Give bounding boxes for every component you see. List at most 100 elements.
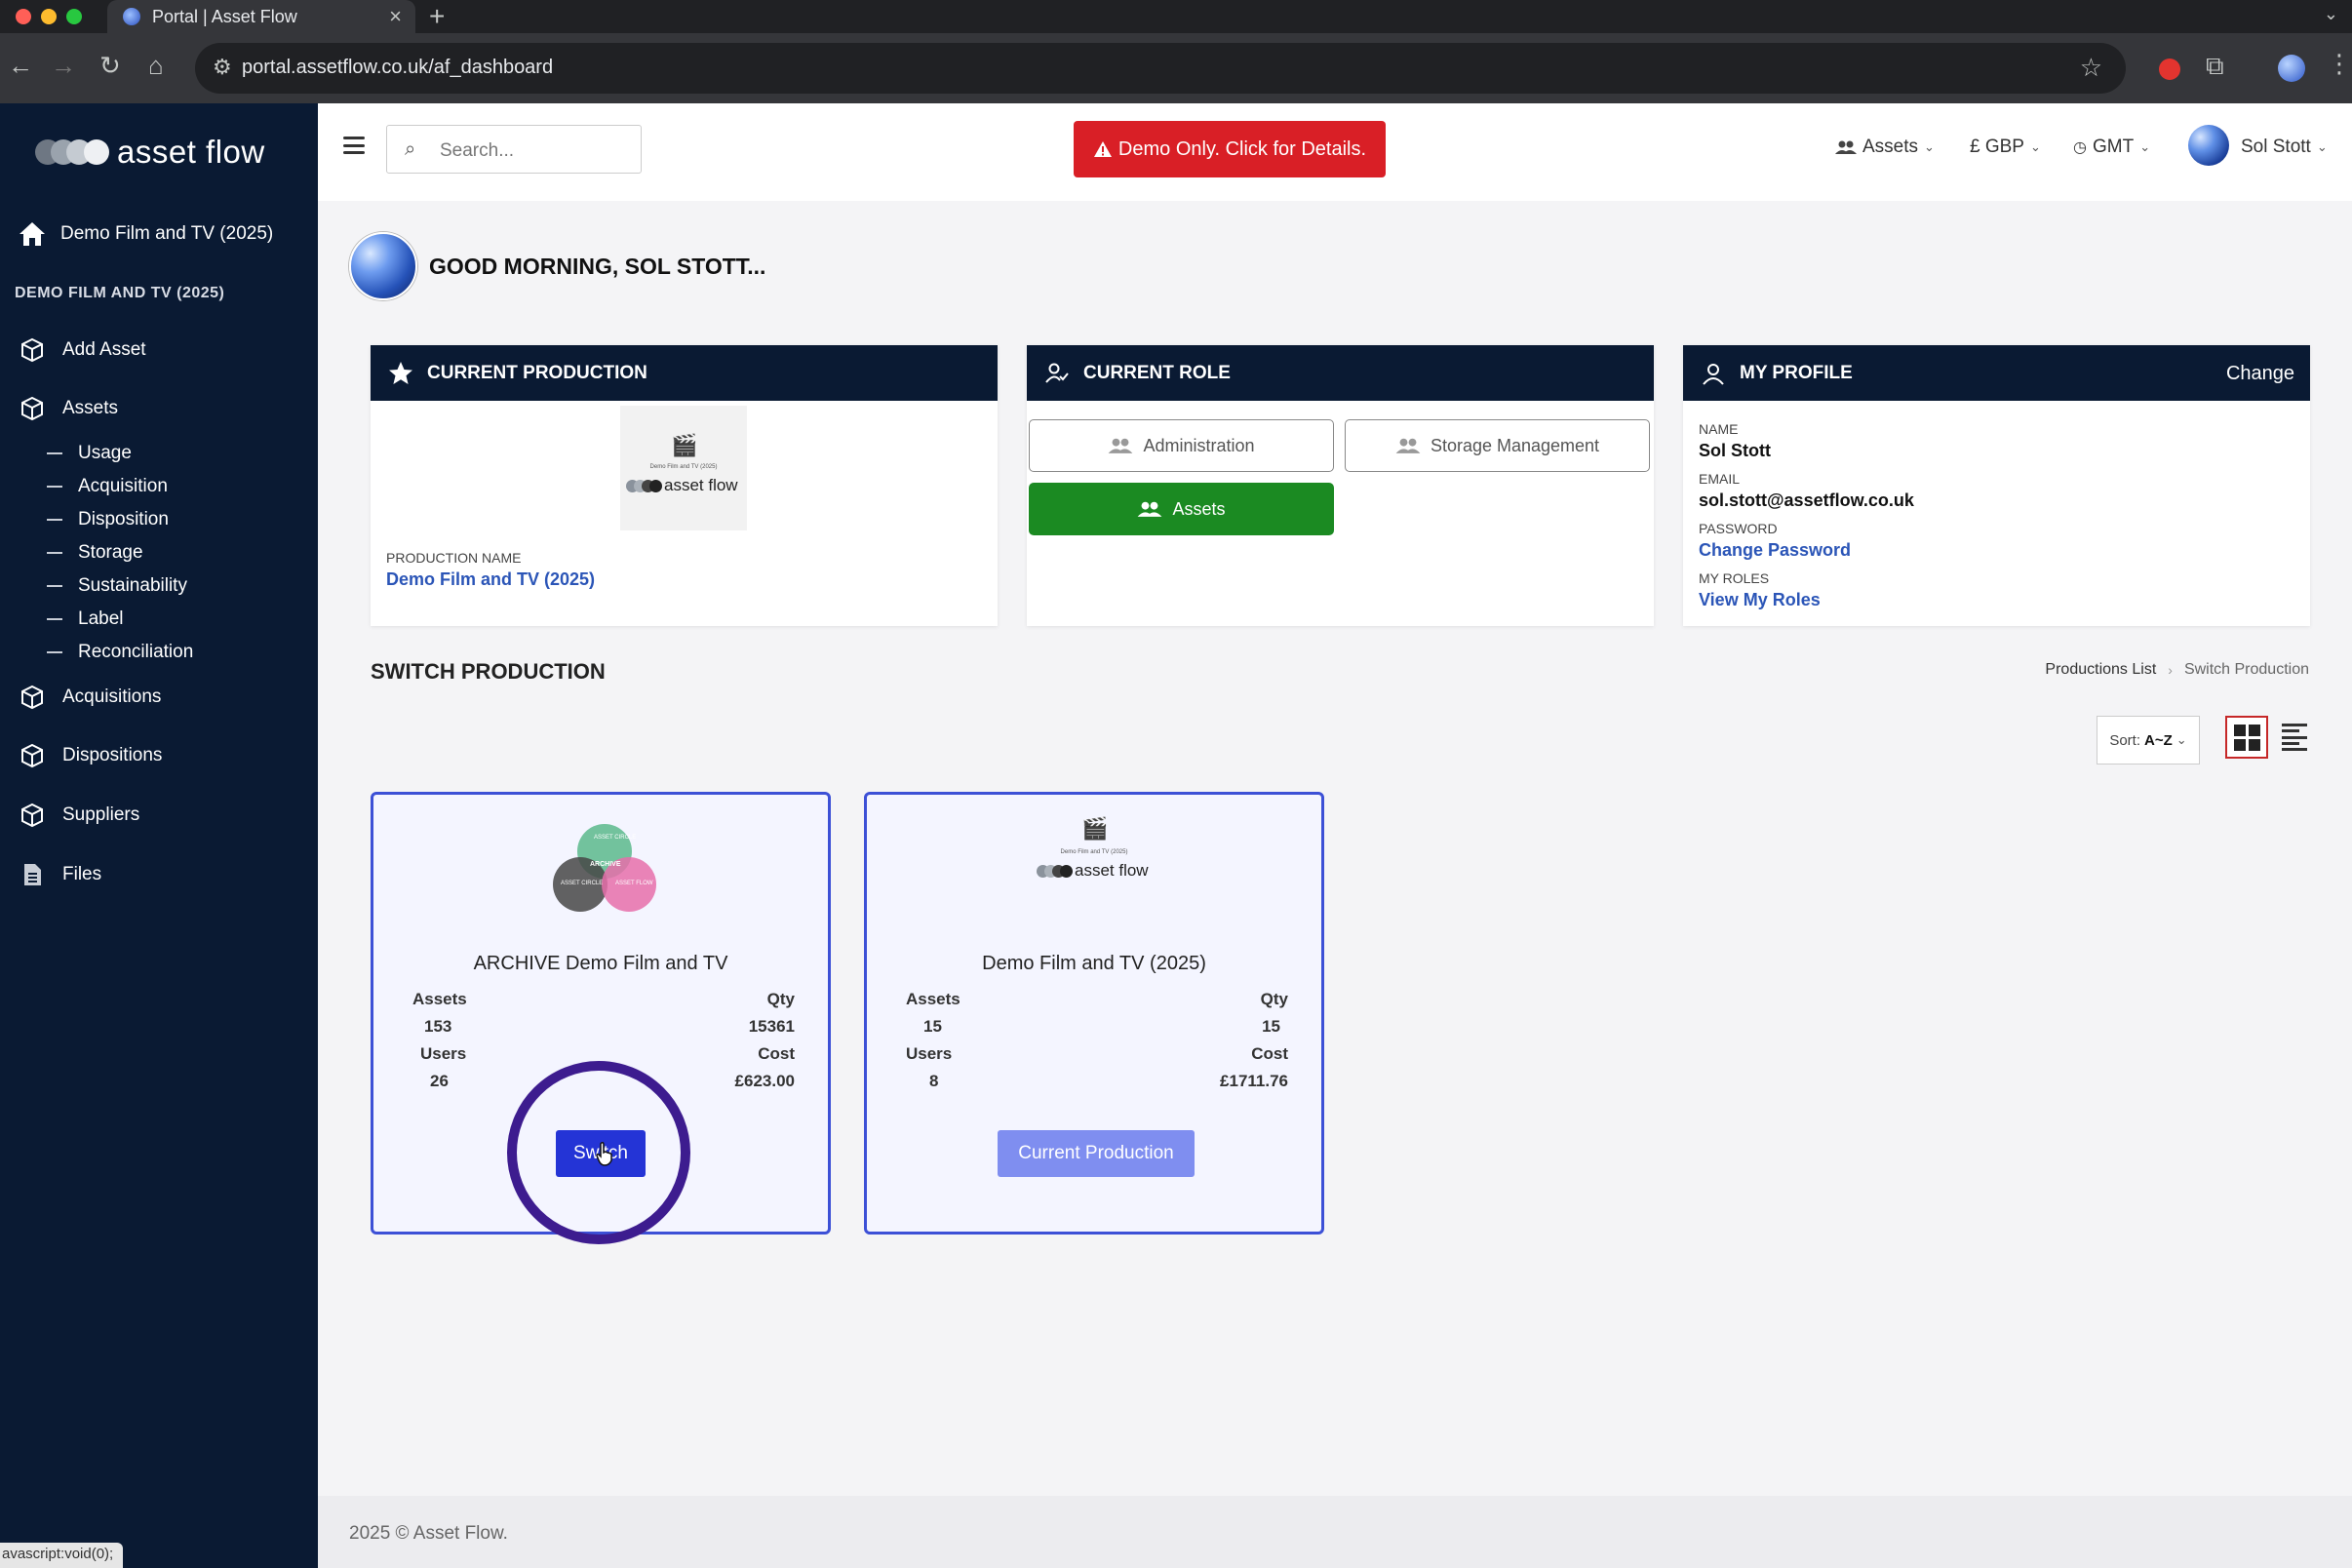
assets-label: Assets: [412, 990, 467, 1008]
footer: 2025 © Asset Flow.: [318, 1496, 2352, 1568]
view-my-roles-link[interactable]: View My Roles: [1699, 590, 1821, 610]
sidebar-home-label: Demo Film and TV (2025): [60, 223, 274, 244]
production-name: ARCHIVE Demo Film and TV: [473, 953, 728, 974]
sidebar-item-acquisitions[interactable]: Acquisitions: [20, 685, 161, 710]
tab-search-icon[interactable]: ⌄: [2324, 4, 2338, 24]
close-tab-icon[interactable]: ×: [389, 4, 402, 29]
current-production-button[interactable]: Current Production: [998, 1130, 1195, 1177]
forward-arrow-icon[interactable]: →: [51, 51, 76, 81]
close-window-button[interactable]: [16, 9, 31, 24]
cost-value: £623.00: [734, 1072, 795, 1090]
sidebar-sub-storage[interactable]: Storage: [47, 542, 143, 564]
cost-label: Cost: [758, 1044, 795, 1063]
back-arrow-icon[interactable]: ←: [8, 51, 33, 81]
current-role-header: CURRENT ROLE: [1027, 345, 1654, 401]
logo-text: asset flow: [117, 134, 265, 170]
current-production-header: CURRENT PRODUCTION: [371, 345, 998, 401]
user-menu-dropdown[interactable]: Sol Stott ⌄: [2241, 137, 2328, 158]
tab-title: Portal | Asset Flow: [152, 7, 297, 26]
sidebar-sub-sustainability[interactable]: Sustainability: [47, 575, 187, 597]
timezone-dropdown[interactable]: ◷ GMT ⌄: [2073, 137, 2150, 158]
footer-copyright: 2025 © Asset Flow.: [349, 1523, 508, 1544]
pointer-cursor-icon: [596, 1142, 612, 1166]
assets-value: 15: [923, 1017, 942, 1036]
sidebar-item-add-asset[interactable]: Add Asset: [20, 337, 146, 363]
logo-text: asset flow: [664, 476, 738, 494]
sidebar-item-dispositions[interactable]: Dispositions: [20, 743, 162, 768]
production-name-link[interactable]: Demo Film and TV (2025): [386, 569, 595, 590]
switch-production-title: SWITCH PRODUCTION: [371, 659, 606, 684]
sidebar-item-files[interactable]: Files: [20, 862, 101, 887]
extension-shield-icon[interactable]: [2159, 59, 2180, 80]
warning-icon: [1093, 141, 1112, 157]
user-avatar[interactable]: [2188, 125, 2229, 166]
currency-dropdown[interactable]: £ GBP ⌄: [1970, 137, 2041, 158]
cube-icon: [21, 743, 43, 768]
current-production-card: CURRENT PRODUCTION 🎬 Demo Film and TV (2…: [371, 345, 998, 626]
sidebar-sub-label: Sustainability: [78, 575, 187, 596]
profile-avatar-icon[interactable]: [2278, 55, 2305, 82]
search-input[interactable]: ⌕ Search...: [386, 125, 642, 174]
users-icon: [1835, 140, 1857, 154]
sidebar-item-assets[interactable]: Assets: [20, 396, 118, 421]
production-name: Demo Film and TV (2025): [982, 953, 1206, 974]
chevron-down-icon: ⌄: [1924, 139, 1935, 154]
sidebar-sub-label: Disposition: [78, 509, 169, 529]
asset-flow-logo[interactable]: asset flow: [35, 133, 265, 172]
address-bar[interactable]: ⚙ portal.assetflow.co.uk/af_dashboard ☆: [195, 43, 2126, 94]
sidebar-sub-reconciliation[interactable]: Reconciliation: [47, 642, 193, 663]
new-tab-icon[interactable]: +: [429, 1, 445, 32]
status-bar-url: avascript:void(0);: [0, 1543, 124, 1568]
reload-icon[interactable]: ↻: [99, 51, 121, 81]
search-icon: ⌕: [405, 138, 416, 160]
sidebar-item-label: Add Asset: [62, 339, 146, 360]
sidebar-home-item[interactable]: Demo Film and TV (2025): [18, 220, 273, 248]
home-icon[interactable]: ⌂: [148, 51, 164, 81]
change-profile-link[interactable]: Change: [2226, 363, 2294, 385]
sidebar-sub-label: Storage: [78, 542, 143, 563]
sort-dropdown[interactable]: Sort: A~Z ⌄: [2097, 716, 2200, 764]
cost-label: Cost: [1251, 1044, 1288, 1063]
qty-label: Qty: [766, 990, 795, 1008]
site-settings-icon[interactable]: ⚙: [213, 55, 232, 80]
bookmark-star-icon[interactable]: ☆: [2080, 53, 2102, 83]
assets-dropdown[interactable]: Assets ⌄: [1835, 137, 1935, 158]
sidebar-section-title: DEMO FILM AND TV (2025): [15, 285, 225, 301]
change-password-link[interactable]: Change Password: [1699, 540, 1851, 561]
breadcrumb-productions-list[interactable]: Productions List: [2045, 661, 2156, 679]
role-storage-management-button[interactable]: Storage Management: [1345, 419, 1650, 472]
browser-tab[interactable]: Portal | Asset Flow ×: [107, 0, 415, 33]
search-placeholder: Search...: [440, 140, 515, 161]
browser-tab-bar: Portal | Asset Flow × + ⌄: [0, 0, 2352, 33]
sidebar-sub-usage[interactable]: Usage: [47, 443, 132, 464]
chevron-down-icon: ⌄: [2139, 139, 2151, 154]
role-administration-button[interactable]: Administration: [1029, 419, 1334, 472]
browser-toolbar: ← → ↻ ⌂ ⚙ portal.assetflow.co.uk/af_dash…: [0, 33, 2352, 103]
qty-label: Qty: [1260, 990, 1288, 1008]
users-icon: [1138, 501, 1162, 517]
timezone-dropdown-label: GMT: [2092, 137, 2135, 157]
users-label: Users: [906, 1044, 953, 1063]
qty-value: 15: [1262, 1017, 1280, 1036]
sidebar-item-suppliers[interactable]: Suppliers: [20, 803, 139, 828]
more-menu-icon[interactable]: ⋮: [2327, 49, 2352, 79]
sidebar-sub-label: Usage: [78, 443, 132, 463]
demo-only-button[interactable]: Demo Only. Click for Details.: [1074, 121, 1386, 177]
user-name: Sol Stott: [2241, 137, 2311, 157]
list-view-icon[interactable]: [2282, 724, 2307, 751]
minimize-window-button[interactable]: [41, 9, 57, 24]
profile-name: Sol Stott: [1699, 441, 1771, 460]
url-text: portal.assetflow.co.uk/af_dashboard: [242, 57, 554, 78]
hamburger-menu-icon[interactable]: [343, 137, 365, 154]
sidebar-sub-label-item[interactable]: Label: [47, 608, 124, 630]
role-assets-button[interactable]: Assets: [1029, 483, 1334, 535]
clock-icon: ◷: [2073, 139, 2087, 156]
grid-view-icon[interactable]: [2225, 716, 2268, 759]
assets-value: 153: [424, 1017, 452, 1036]
extensions-puzzle-icon[interactable]: ⧉: [2206, 51, 2224, 82]
maximize-window-button[interactable]: [66, 9, 82, 24]
my-roles-label: MY ROLES: [1699, 570, 1770, 586]
sidebar-sub-acquisition[interactable]: Acquisition: [47, 476, 168, 497]
sidebar-sub-disposition[interactable]: Disposition: [47, 509, 169, 530]
card-title: CURRENT ROLE: [1083, 362, 1231, 383]
